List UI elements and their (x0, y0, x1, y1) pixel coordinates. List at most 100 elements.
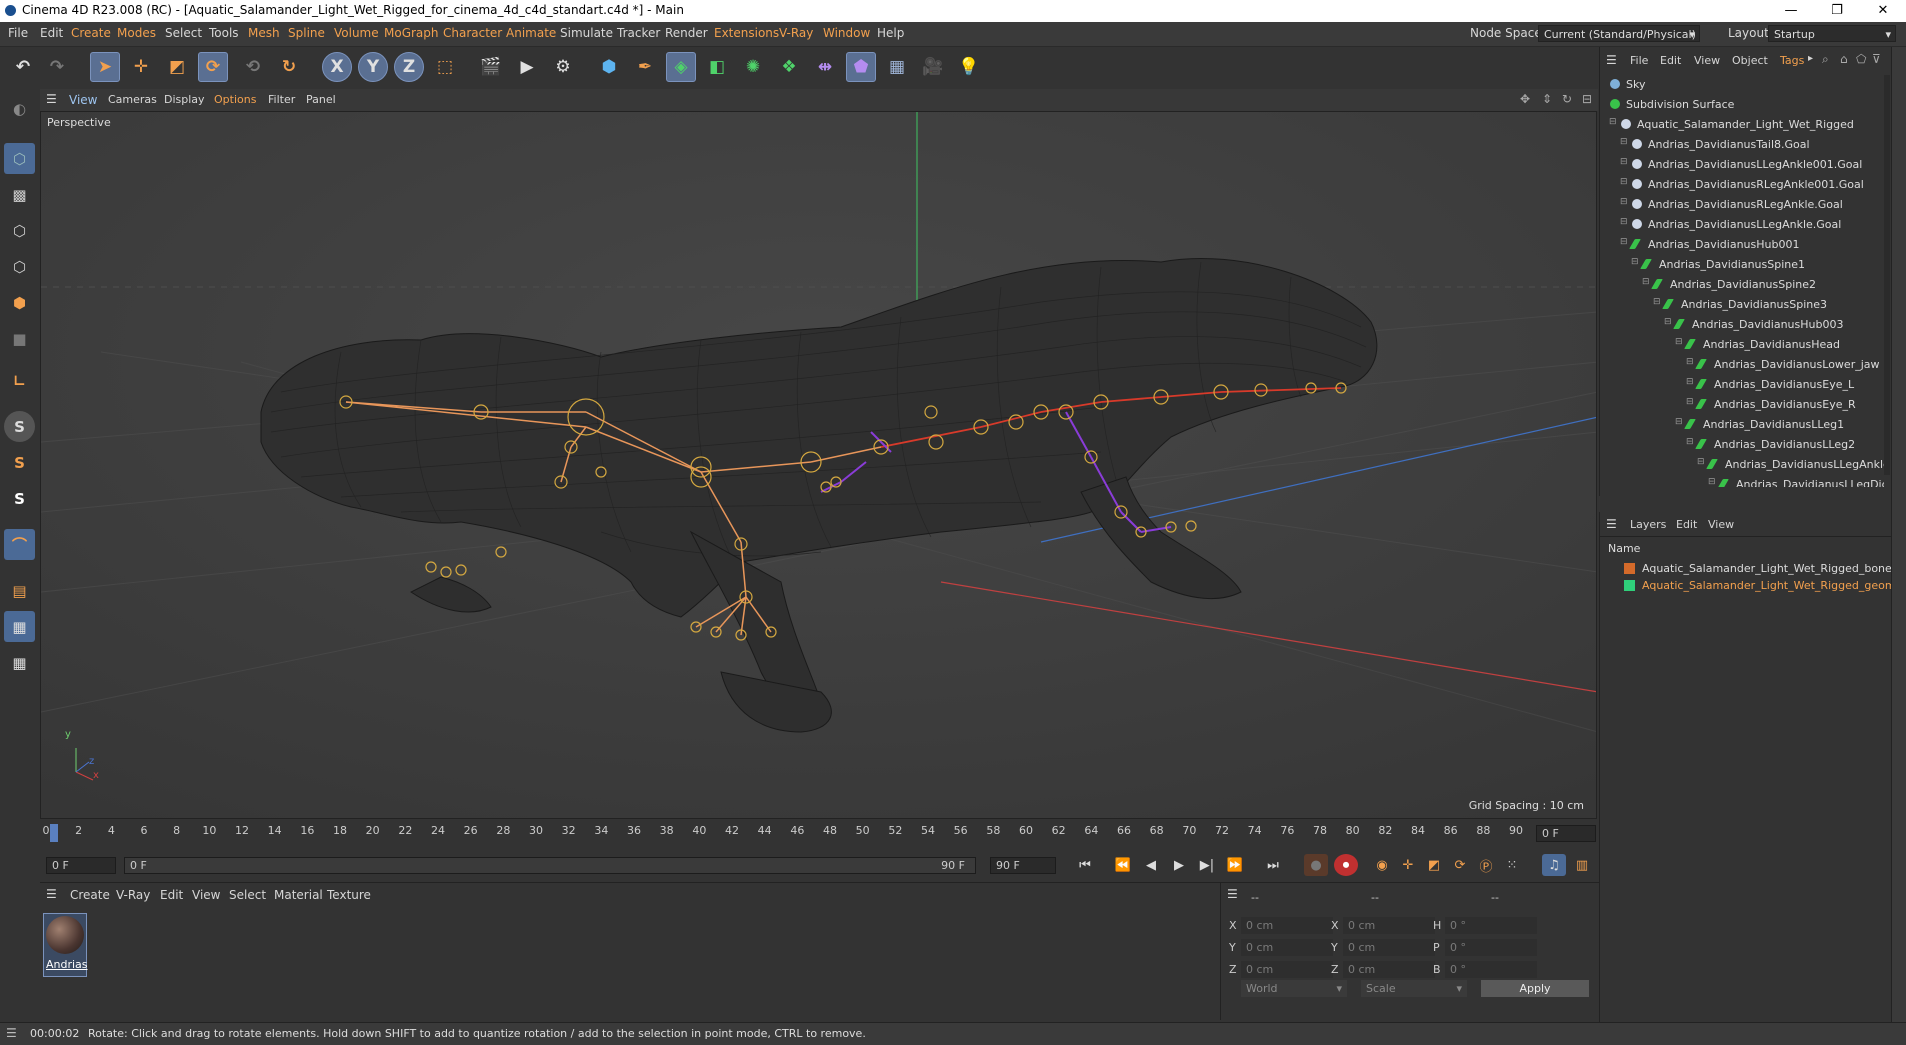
expand-toggle-icon[interactable]: ⊟ (1686, 397, 1694, 407)
rotation-field[interactable]: 0 ° (1445, 939, 1537, 956)
search-icon[interactable]: ⌕ (1822, 52, 1829, 67)
position-field[interactable]: 0 cm (1241, 917, 1333, 934)
expand-toggle-icon[interactable]: ⊟ (1686, 437, 1694, 447)
material-swatch[interactable]: Andrias (43, 913, 88, 977)
render-view-button[interactable]: 🎬 (476, 52, 506, 82)
object-tree-row[interactable]: ⊟ Andrias_DavidianusLLeg1 (1600, 415, 1884, 435)
object-tree-row[interactable]: ⊟ Andrias_DavidianusLLegAnkle001.Goal (1600, 155, 1884, 175)
expand-toggle-icon[interactable]: ⊟ (1620, 177, 1628, 187)
position-field[interactable]: 0 cm (1241, 961, 1333, 978)
expand-toggle-icon[interactable]: ⊟ (1675, 337, 1683, 347)
coordinate-system-button[interactable]: ⬚ (430, 52, 460, 82)
next-frame-button[interactable]: ▶| (1195, 854, 1219, 876)
object-tree-row[interactable]: ⊟ Andrias_DavidianusHub003 (1600, 315, 1884, 335)
previous-frame-button[interactable]: ◀ (1139, 854, 1163, 876)
material-menu-create[interactable]: Create (70, 888, 110, 902)
object-tree-row[interactable]: Subdivision Surface (1600, 95, 1884, 115)
3d-viewport[interactable]: Perspective Grid Spacing : 10 cm y z x (40, 111, 1597, 819)
bookmark-icon[interactable]: ⬠ (1856, 52, 1866, 66)
viewport-hamburger-icon[interactable]: ☰ (46, 92, 57, 106)
deformer-button[interactable]: ⇹ (810, 52, 840, 82)
model-mode-button[interactable]: ⬡ (4, 143, 35, 174)
layer-color-swatch[interactable] (1624, 563, 1635, 574)
light-button[interactable]: 💡 (954, 52, 984, 82)
object-menu-edit[interactable]: Edit (1660, 54, 1681, 67)
layer-menu-layers[interactable]: Layers (1630, 518, 1666, 531)
make-editable-button[interactable]: ◐ (4, 93, 35, 124)
expand-toggle-icon[interactable]: ⊟ (1620, 157, 1628, 167)
layer-hamburger-icon[interactable]: ☰ (1606, 517, 1617, 531)
menu-render[interactable]: Render (665, 26, 708, 40)
material-menu-material[interactable]: Material (274, 888, 323, 902)
current-frame-field[interactable]: 0 F (1536, 825, 1596, 842)
object-menu-tags[interactable]: Tags (1780, 54, 1804, 67)
rotation-field[interactable]: 0 ° (1445, 961, 1537, 978)
layer-color-swatch[interactable] (1624, 580, 1635, 591)
object-menu-file[interactable]: File (1630, 54, 1648, 67)
rotation-key-button[interactable]: ⟳ (1448, 854, 1472, 876)
menu-select[interactable]: Select (165, 26, 202, 40)
viewport-menu-cameras[interactable]: Cameras (108, 93, 157, 106)
viewport-maximize-icon[interactable]: ⊟ (1582, 92, 1592, 106)
size-field[interactable]: 0 cm (1343, 917, 1435, 934)
material-menu-texture[interactable]: Texture (327, 888, 371, 902)
viewport-dolly-icon[interactable]: ⇕ (1542, 92, 1552, 106)
timeline-playhead[interactable] (50, 824, 58, 842)
object-tree-row[interactable]: ⊟ Andrias_DavidianusLower_jaw (1600, 355, 1884, 375)
locked-workplane-button[interactable]: ▦ (4, 647, 35, 678)
restore-button[interactable]: ❐ (1814, 0, 1860, 22)
expand-toggle-icon[interactable]: ⊟ (1653, 297, 1661, 307)
select-tool-button[interactable]: ➤ (90, 52, 120, 82)
camera-button[interactable]: 🎥 (918, 52, 948, 82)
viewport-pan-icon[interactable]: ✥ (1520, 92, 1530, 106)
start-frame-field[interactable]: 0 F (46, 857, 116, 874)
object-tree-row[interactable]: ⊟ Andrias_DavidianusTail8.Goal (1600, 135, 1884, 155)
move-tool-button[interactable]: ✛ (126, 52, 156, 82)
menu-volume[interactable]: Volume (334, 26, 379, 40)
object-tree-row[interactable]: ⊟ Andrias_DavidianusSpine3 (1600, 295, 1884, 315)
material-menu-view[interactable]: View (192, 888, 220, 902)
object-tree-row[interactable]: Sky (1600, 75, 1884, 95)
menu-edit[interactable]: Edit (40, 26, 63, 40)
object-tree-row[interactable]: ⊟ Andrias_DavidianusSpine1 (1600, 255, 1884, 275)
menu-window[interactable]: Window (823, 26, 870, 40)
expand-toggle-icon[interactable]: ⊟ (1642, 277, 1650, 287)
menu-more-arrow-icon[interactable]: ▸ (1808, 53, 1813, 64)
undo-button[interactable]: ↶ (8, 52, 38, 82)
texture-mode-button[interactable]: ▩ (4, 179, 35, 210)
close-button[interactable]: ✕ (1860, 0, 1906, 22)
menu-extensions[interactable]: Extensions (714, 26, 779, 40)
expand-toggle-icon[interactable]: ⊟ (1620, 197, 1628, 207)
symmetry-button[interactable]: S (4, 483, 35, 514)
expand-toggle-icon[interactable]: ⊟ (1708, 477, 1716, 487)
timeline-sound-button[interactable]: ♫ (1542, 854, 1566, 876)
menu-file[interactable]: File (8, 26, 28, 40)
expand-toggle-icon[interactable]: ⊟ (1620, 217, 1628, 227)
filter-icon[interactable]: ⊽ (1872, 52, 1881, 66)
film-strip-button[interactable]: ▥ (1570, 854, 1594, 876)
snap-button[interactable]: S (4, 411, 35, 442)
position-key-button[interactable]: ✛ (1396, 854, 1420, 876)
timeline-ruler[interactable]: 0 2 4 6 8 10 12 14 16 18 20 22 24 26 28 30 32 34 36 38 40 42 4… (40, 821, 1598, 847)
previous-key-button[interactable]: ⏪ (1111, 854, 1135, 876)
object-tree-row[interactable]: ⊟ Andrias_DavidianusHub001 (1600, 235, 1884, 255)
coordinates-hamburger-icon[interactable]: ☰ (1227, 887, 1238, 901)
viewport-orbit-icon[interactable]: ↻ (1562, 92, 1572, 106)
workplane-button[interactable]: ▤ (4, 575, 35, 606)
pen-spline-button[interactable]: ✒ (630, 52, 660, 82)
object-tree-row[interactable]: ⊟ Andrias_DavidianusHead (1600, 335, 1884, 355)
layer-menu-edit[interactable]: Edit (1676, 518, 1697, 531)
scale-mode-dropdown[interactable]: Scale ▾ (1361, 980, 1467, 997)
expand-toggle-icon[interactable]: ⊟ (1631, 257, 1639, 267)
expand-toggle-icon[interactable]: ⊟ (1664, 317, 1672, 327)
menu-animate[interactable]: Animate (506, 26, 556, 40)
expand-toggle-icon[interactable]: ⊟ (1686, 377, 1694, 387)
menu-spline[interactable]: Spline (288, 26, 325, 40)
object-tree-row[interactable]: ⊟ Andrias_DavidianusRLegAnkle.Goal (1600, 195, 1884, 215)
coordinate-mode-dropdown[interactable]: World ▾ (1241, 980, 1347, 997)
expand-toggle-icon[interactable]: ⊟ (1675, 417, 1683, 427)
layer-menu-view[interactable]: View (1708, 518, 1734, 531)
rotate-tool-button[interactable]: ⟳ (198, 52, 228, 82)
end-frame-field[interactable]: 90 F (990, 857, 1056, 874)
object-tree-row[interactable]: ⊟ Aquatic_Salamander_Light_Wet_Rigged (1600, 115, 1884, 135)
